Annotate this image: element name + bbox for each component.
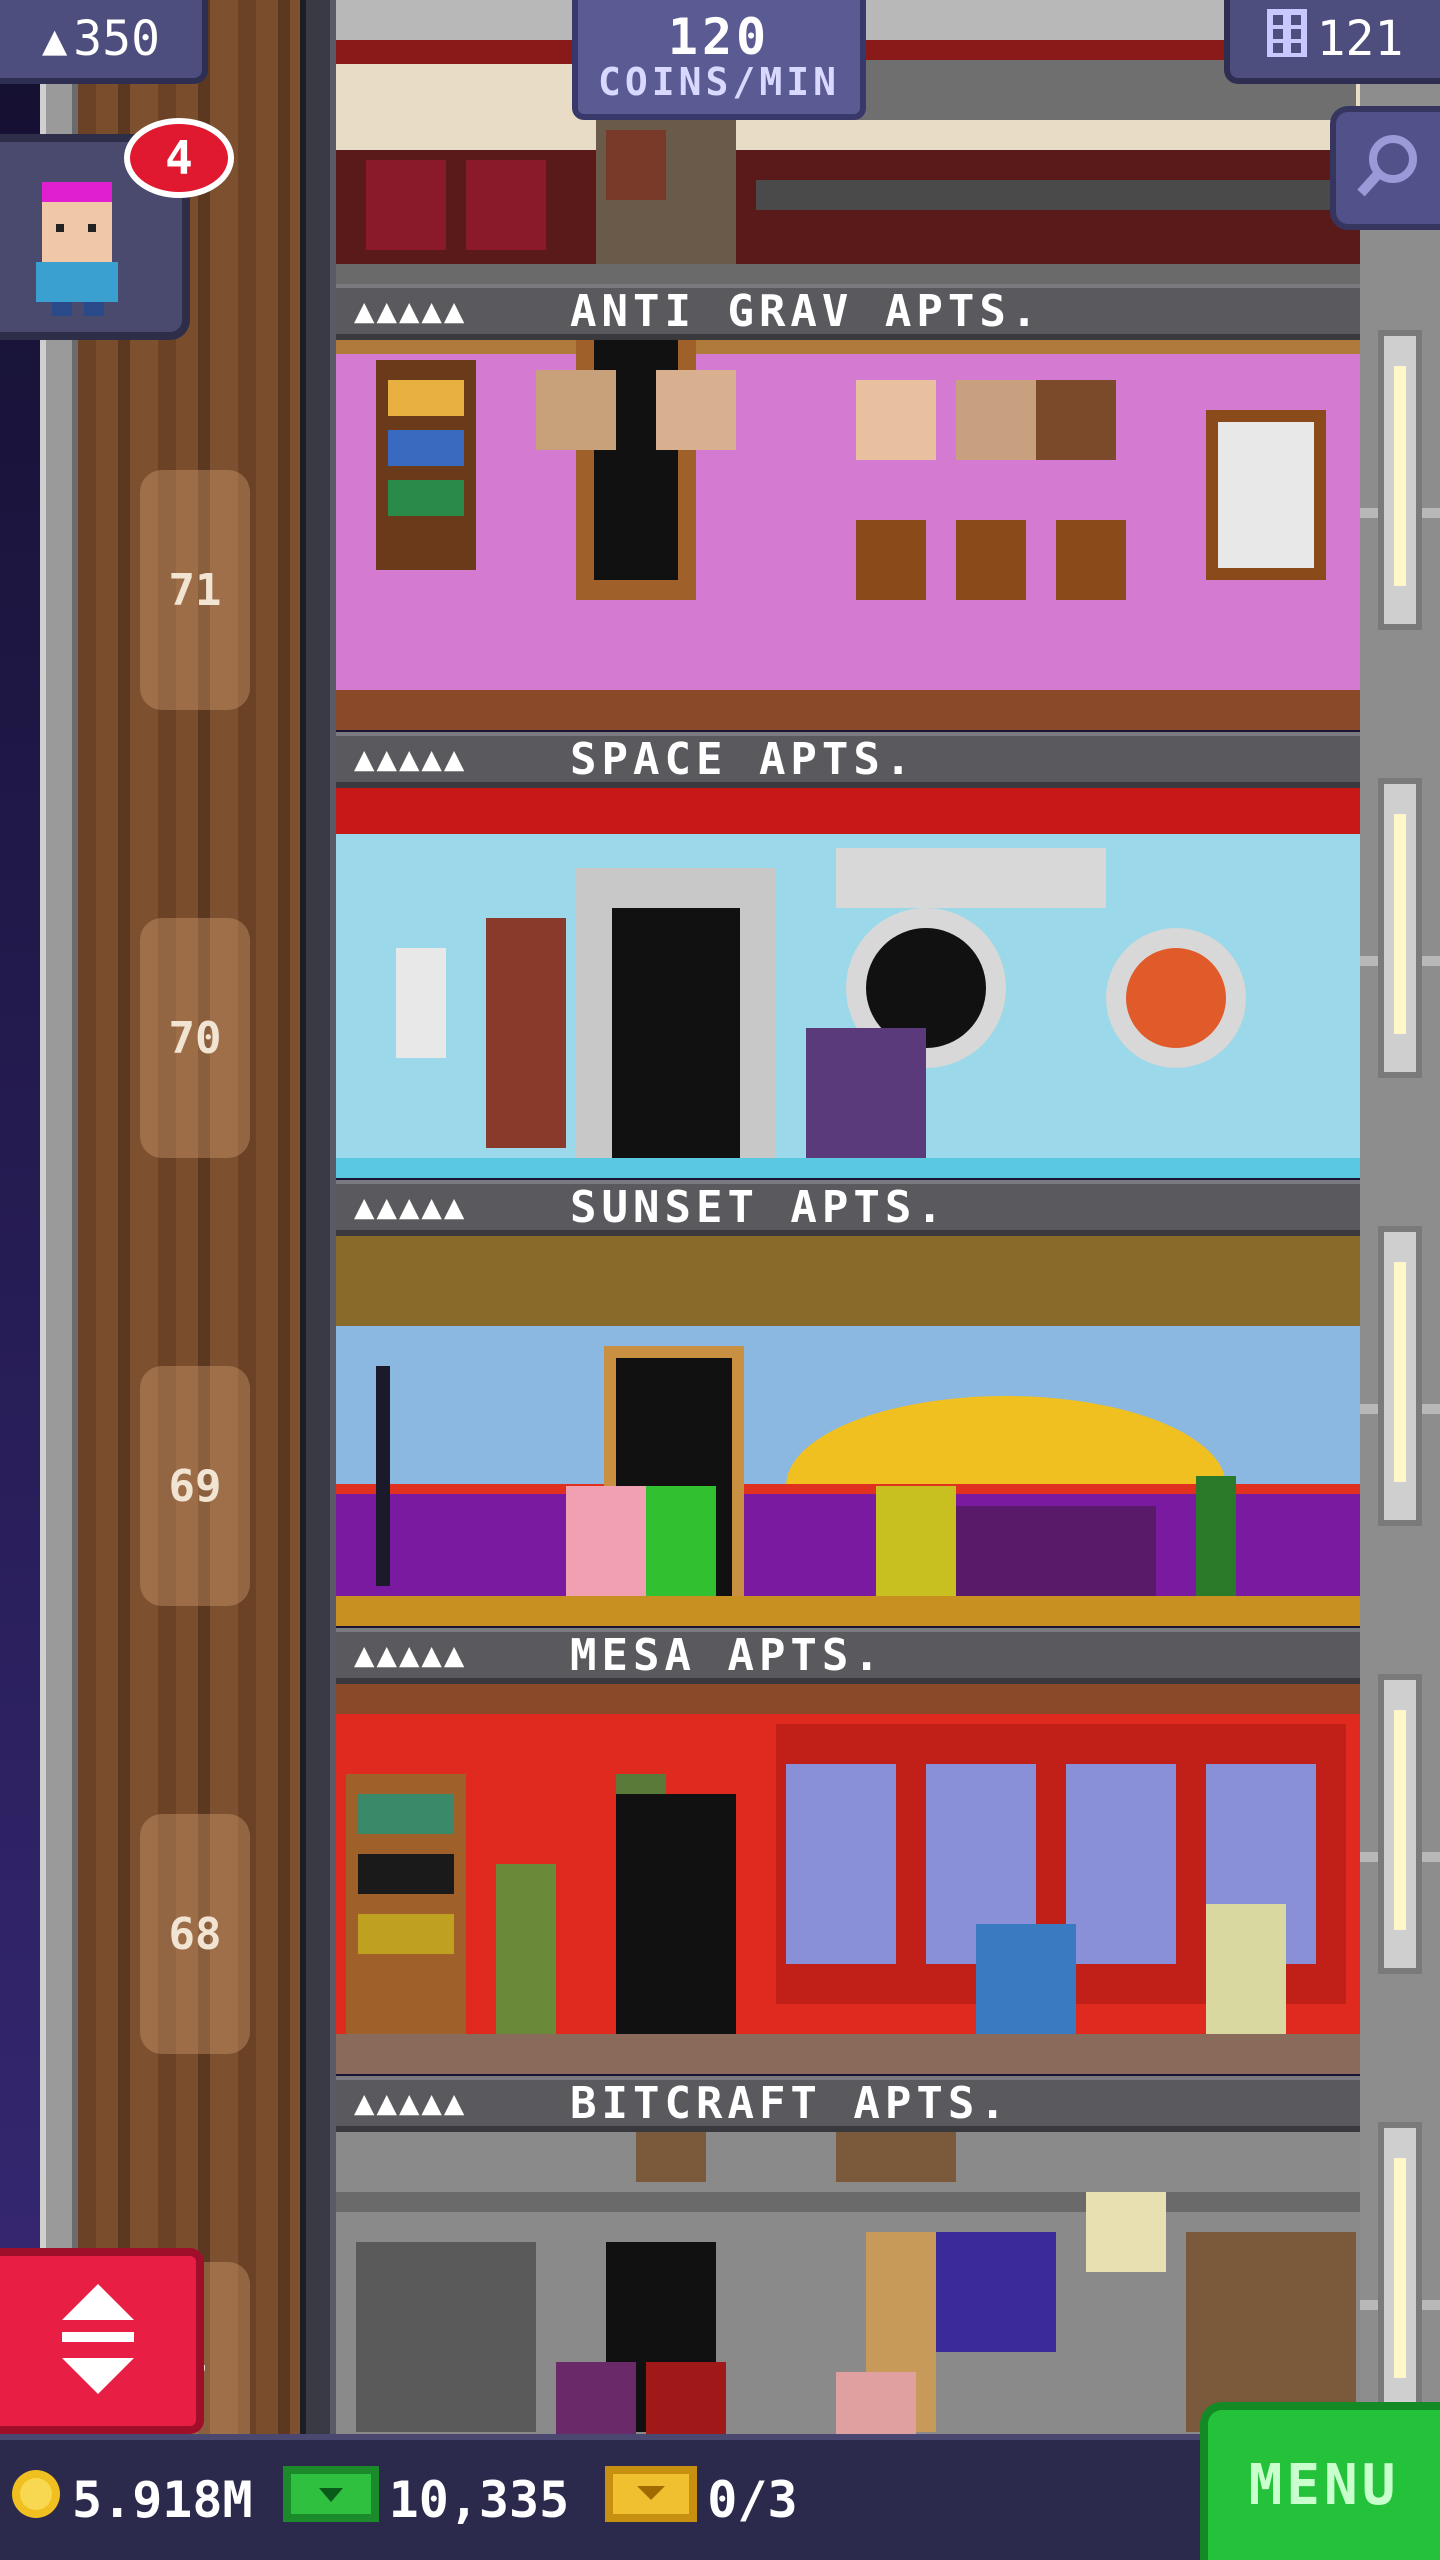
residents-icons: ▲▲▲▲▲ — [354, 739, 467, 779]
residents-icons: ▲▲▲▲▲ — [354, 291, 467, 331]
coin-icon — [10, 2468, 62, 2532]
floor-number: 69 — [140, 1366, 250, 1606]
wall-light — [1378, 1226, 1422, 1526]
elevator-button[interactable] — [0, 2248, 204, 2434]
notification-badge: 4 — [124, 118, 234, 198]
magnifier-icon — [1353, 131, 1423, 205]
floor-label-bar: ▲▲▲▲▲ MESA APTS. — [336, 1628, 1360, 1684]
bux-icon — [282, 2466, 379, 2534]
floor-number: 70 — [140, 918, 250, 1158]
search-button[interactable] — [1330, 106, 1440, 230]
coin-rate-unit: COINS/MIN — [598, 60, 840, 105]
elevator-shaft[interactable] — [78, 0, 310, 2560]
floor-room[interactable] — [336, 1684, 1360, 2074]
building-icon — [1266, 9, 1307, 69]
elevator-rail — [40, 0, 78, 2560]
floor-room[interactable] — [336, 2132, 1360, 2434]
floor-room[interactable] — [336, 340, 1360, 730]
population-value: 350 — [73, 11, 160, 67]
space-scene — [336, 788, 1360, 1178]
residents-icons: ▲▲▲▲▲ — [354, 1635, 467, 1675]
floor-number: 71 — [140, 470, 250, 710]
coins-value: 5.918M — [72, 2471, 253, 2529]
floor-counter[interactable]: 121 — [1224, 0, 1440, 84]
floor-label-bar: ▲▲▲▲▲ ANTI GRAV APTS. — [336, 284, 1360, 340]
mesa-scene — [336, 1684, 1360, 2074]
floor-title: SUNSET APTS. — [570, 1181, 948, 1233]
floor-label-bar: ▲▲▲▲▲ SPACE APTS. — [336, 732, 1360, 788]
bitcraft-scene — [336, 2132, 1360, 2434]
menu-button[interactable]: MENU — [1200, 2402, 1440, 2560]
floor-title: MESA APTS. — [570, 1629, 885, 1681]
tickets-stat[interactable]: 0/3 — [605, 2466, 798, 2534]
bux-value: 10,335 — [388, 2471, 570, 2529]
space-background — [0, 0, 40, 2560]
wall-light — [1378, 330, 1422, 630]
floor-title: ANTI GRAV APTS. — [570, 285, 1043, 337]
tickets-value: 0/3 — [707, 2471, 798, 2529]
anti-grav-scene — [336, 340, 1360, 730]
shaft-edge — [300, 0, 336, 2560]
floor-count-value: 121 — [1316, 11, 1404, 67]
population-counter[interactable]: ▲ 350 — [0, 0, 208, 84]
floor-number: 68 — [140, 1814, 250, 2054]
floor-title: SPACE APTS. — [570, 733, 917, 785]
wall-light — [1378, 1674, 1422, 1974]
residents-icons: ▲▲▲▲▲ — [354, 1187, 467, 1227]
floor-title: BITCRAFT APTS. — [570, 2077, 1011, 2129]
up-down-arrows-icon — [58, 2284, 138, 2398]
wall-light — [1378, 778, 1422, 1078]
coins-stat[interactable]: 5.918M — [10, 2468, 253, 2532]
coin-rate-panel: 120 COINS/MIN — [572, 0, 866, 120]
floor-label-bar: ▲▲▲▲▲ SUNSET APTS. — [336, 1180, 1360, 1236]
floor-room[interactable] — [336, 1236, 1360, 1626]
residents-icons: ▲▲▲▲▲ — [354, 2083, 467, 2123]
wall-light — [1378, 2122, 1422, 2422]
floor-label-bar: ▲▲▲▲▲ BITCRAFT APTS. — [336, 2076, 1360, 2132]
bux-stat[interactable]: 10,335 — [282, 2466, 570, 2534]
person-icon: ▲ — [42, 14, 68, 64]
sunset-scene — [336, 1236, 1360, 1626]
floor-room[interactable] — [336, 788, 1360, 1178]
golden-ticket-icon — [605, 2466, 698, 2534]
coin-rate-value: 120 — [667, 7, 771, 66]
